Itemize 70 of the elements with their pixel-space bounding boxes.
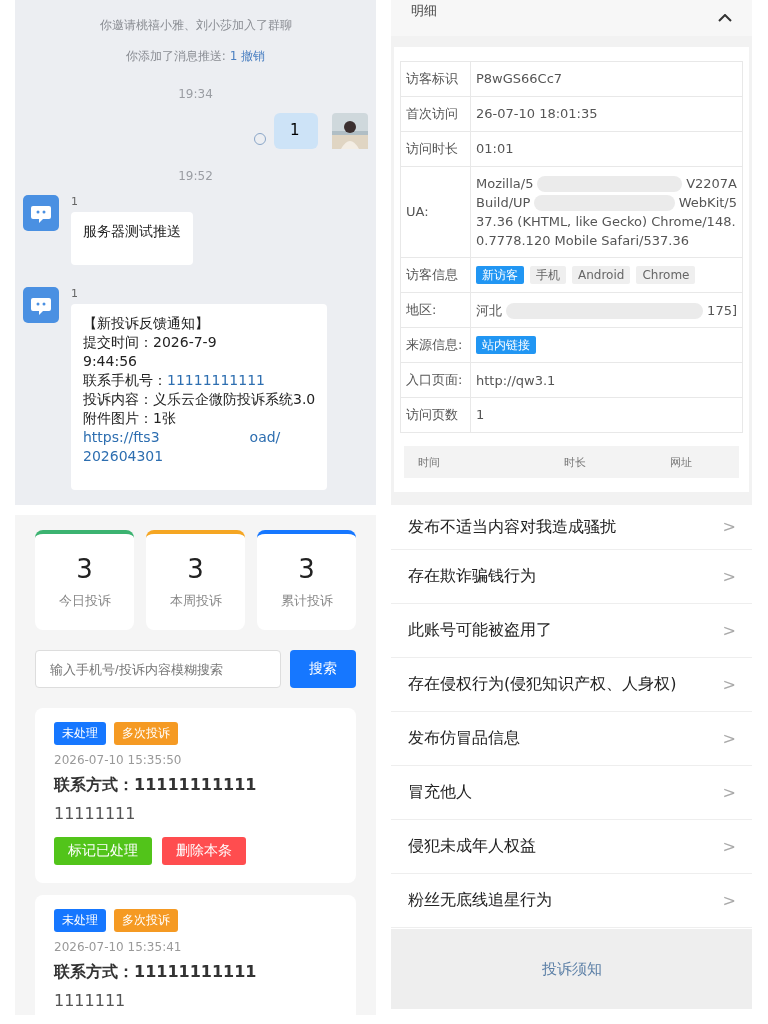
list-item[interactable]: 侵犯未成年人权益 > — [391, 820, 752, 874]
list-item[interactable]: 存在侵权行为(侵犯知识产权、人身权) > — [391, 658, 752, 712]
table-cell: 访问页数 — [400, 397, 471, 433]
tag: 新访客 — [476, 266, 524, 284]
table-cell: P8wGS66Cc7 — [476, 71, 563, 86]
search-field[interactable]: 输入手机号/投诉内容模糊搜索 — [35, 650, 281, 688]
chat-bot-icon — [23, 195, 59, 231]
notice-link[interactable]: 投诉须知 — [541, 959, 602, 979]
list-item[interactable]: 粉丝无底线追星行为 > — [391, 874, 752, 928]
tag: 多次投诉 — [114, 909, 178, 932]
stat-value: 3 — [76, 554, 93, 584]
table-cell: 访客信息 — [400, 257, 471, 293]
message-time: 19:34 — [178, 87, 213, 101]
sender-name: 1 — [71, 195, 78, 208]
contact-text: 联系方式：11111111111 — [54, 962, 257, 983]
tag: 站内链接 — [476, 336, 536, 354]
cell-text: 37.36 (KHTML, like Gecko) Chrome/148. — [476, 213, 736, 231]
complaint-content: 1111111 — [54, 991, 126, 1010]
table-cell: UA: — [400, 166, 471, 258]
table-cell: 首次访问 — [400, 96, 471, 132]
message-time: 19:52 — [178, 169, 213, 183]
message-bubble: 1 — [274, 113, 318, 149]
list-item[interactable]: 发布仿冒品信息 > — [391, 712, 752, 766]
tag: 多次投诉 — [114, 722, 178, 745]
column-header: 网址 — [669, 454, 692, 470]
complaint-time: 2026-07-10 15:35:41 — [54, 940, 182, 954]
stat-value: 3 — [298, 554, 315, 584]
tag: 手机 — [530, 266, 566, 284]
chevron-up-icon[interactable] — [718, 14, 732, 22]
complaint-time: 2026-07-10 15:35:50 — [54, 753, 182, 767]
column-header: 时间 — [417, 454, 440, 470]
tag: Android — [572, 266, 631, 284]
table-cell: 入口页面: — [400, 362, 471, 398]
tag: Chrome — [636, 266, 696, 284]
table-cell: 01:01 — [476, 141, 514, 156]
cell-text: WebKit/5 — [678, 194, 737, 212]
list-item[interactable]: 发布不适当内容对我造成骚扰 > — [391, 515, 752, 550]
table-cell: 来源信息: — [400, 327, 471, 363]
list-item[interactable]: 存在欺诈骗钱行为 > — [391, 550, 752, 604]
message-bubble: 服务器测试推送 — [71, 212, 193, 265]
list-item[interactable]: 冒充他人 > — [391, 766, 752, 820]
tag: 未处理 — [54, 722, 106, 745]
system-message: 你邀请桃禧小雅、刘小莎加入了群聊 — [99, 18, 292, 32]
stat-value: 3 — [187, 554, 204, 584]
chat-bot-icon — [23, 287, 59, 323]
cell-text: Mozilla/5 — [476, 175, 534, 193]
cell-text: 175] — [707, 301, 737, 320]
cell-text: http://qw3.1 — [476, 371, 556, 390]
table-cell: 地区: — [400, 292, 471, 328]
cell-text: 河北 — [476, 301, 502, 320]
sender-name: 1 — [71, 287, 78, 300]
tag: 未处理 — [54, 909, 106, 932]
search-button[interactable]: 搜索 — [290, 650, 356, 688]
table-cell: 访问时长 — [400, 131, 471, 167]
cell-text: V2207A — [686, 175, 737, 193]
table-cell: 访客标识 — [400, 61, 471, 97]
table-cell: 1 — [476, 407, 485, 422]
complaint-content: 11111111 — [54, 804, 136, 823]
contact-text: 联系方式：11111111111 — [54, 775, 257, 796]
system-message: 你添加了消息推送: 1 撤销 — [125, 49, 266, 63]
cell-text: 0.7778.120 Mobile Safari/537.36 — [476, 232, 689, 250]
stat-label: 累计投诉 — [280, 592, 333, 610]
stat-label: 本周投诉 — [169, 592, 222, 610]
message-bubble: 【新投诉反馈通知】 提交时间：2026-7-9 9:44:56 联系手机号：11111111111 投诉内容：义乐云企微防投诉系统3.0 附件图片：1张 https://fts3 oad/ 202604301 — [71, 304, 328, 490]
section-title: 明细 — [411, 2, 437, 20]
cell-text: Build/UP — [476, 194, 531, 212]
table-cell: 26-07-10 18:01:35 — [476, 106, 598, 121]
column-header: 时长 — [563, 454, 586, 470]
stat-label: 今日投诉 — [58, 592, 111, 610]
list-item[interactable]: 此账号可能被盗用了 > — [391, 604, 752, 658]
